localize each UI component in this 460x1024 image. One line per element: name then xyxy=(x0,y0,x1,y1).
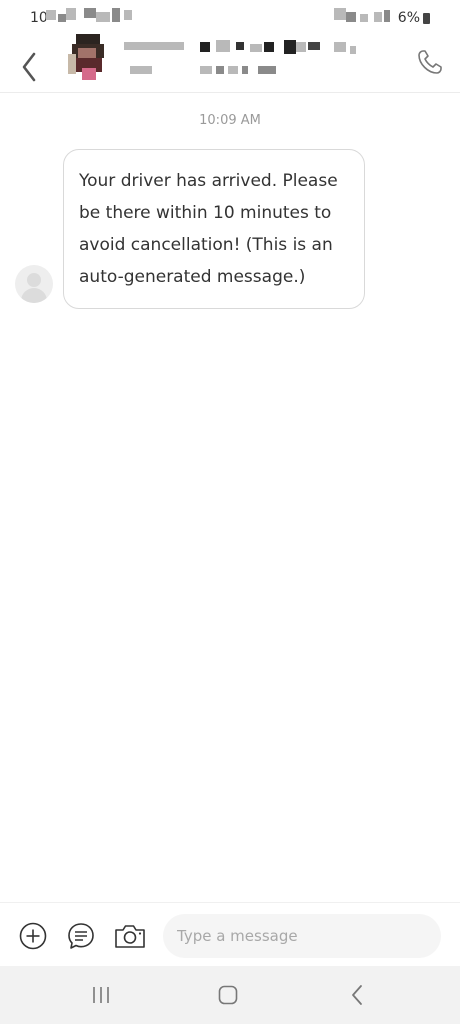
call-button[interactable] xyxy=(414,46,446,78)
contact-subtitle-redacted xyxy=(124,64,284,76)
system-nav-bar xyxy=(0,966,460,1024)
contact-name-redacted xyxy=(124,40,364,54)
contact-avatar[interactable] xyxy=(68,34,108,82)
camera-icon xyxy=(115,925,145,948)
plus-circle-icon xyxy=(19,922,47,950)
chat-screen: 10 6% 10:09 AM Your driver has arrived. … xyxy=(0,0,460,1024)
phone-icon xyxy=(418,50,442,74)
recents-button[interactable] xyxy=(86,980,116,1010)
home-icon xyxy=(218,985,238,1005)
add-attachment-button[interactable] xyxy=(18,921,48,951)
message-composer xyxy=(0,902,460,967)
message-input[interactable] xyxy=(163,914,441,958)
nav-back-button[interactable] xyxy=(342,980,372,1010)
recents-icon xyxy=(93,987,109,1003)
sender-avatar[interactable] xyxy=(15,265,53,303)
chevron-left-icon xyxy=(22,52,36,82)
status-bar: 10 6% xyxy=(0,0,460,34)
camera-button[interactable] xyxy=(113,921,147,951)
home-button[interactable] xyxy=(213,980,243,1010)
quick-reply-icon xyxy=(68,923,94,949)
quick-reply-button[interactable] xyxy=(66,921,96,951)
person-icon xyxy=(27,273,41,287)
battery-icon xyxy=(423,13,430,24)
battery-percentage: 6% xyxy=(397,10,420,26)
back-icon xyxy=(352,985,362,1005)
chat-header xyxy=(0,34,460,93)
message-bubble[interactable]: Your driver has arrived. Please be there… xyxy=(63,149,365,309)
back-button[interactable] xyxy=(12,42,48,82)
message-timestamp: 10:09 AM xyxy=(199,113,261,128)
